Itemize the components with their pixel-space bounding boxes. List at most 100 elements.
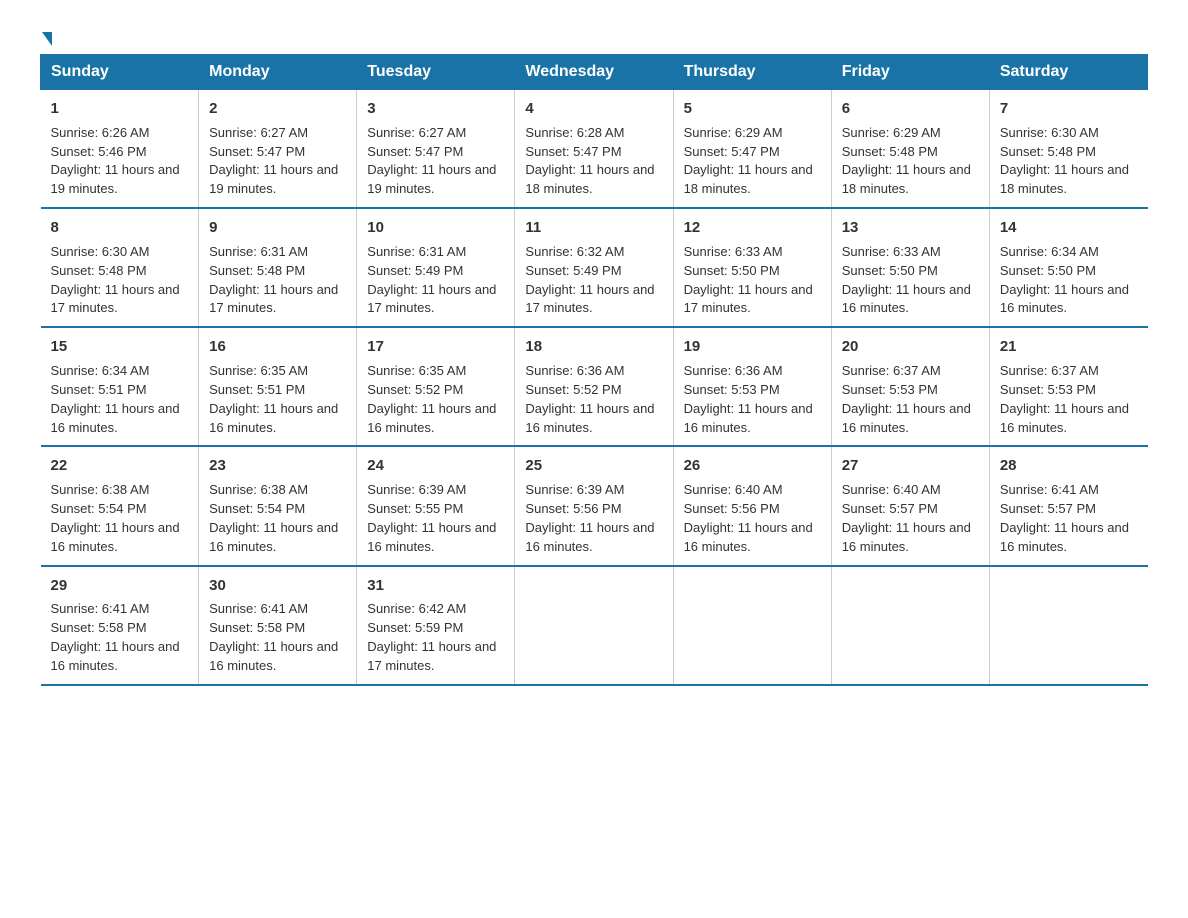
day-number: 18 bbox=[525, 336, 662, 358]
calendar-cell: 10 Sunrise: 6:31 AMSunset: 5:49 PMDayligh… bbox=[357, 208, 515, 327]
header-thursday: Thursday bbox=[673, 55, 831, 90]
day-info: Sunrise: 6:31 AMSunset: 5:48 PMDaylight:… bbox=[209, 244, 338, 316]
day-number: 26 bbox=[684, 455, 821, 477]
day-number: 20 bbox=[842, 336, 979, 358]
day-number: 11 bbox=[525, 217, 662, 239]
day-info: Sunrise: 6:38 AMSunset: 5:54 PMDaylight:… bbox=[51, 482, 180, 554]
calendar-cell: 6 Sunrise: 6:29 AMSunset: 5:48 PMDaylight… bbox=[831, 90, 989, 209]
calendar-cell bbox=[515, 566, 673, 685]
header-monday: Monday bbox=[199, 55, 357, 90]
day-info: Sunrise: 6:40 AMSunset: 5:57 PMDaylight:… bbox=[842, 482, 971, 554]
day-info: Sunrise: 6:36 AMSunset: 5:53 PMDaylight:… bbox=[684, 363, 813, 435]
calendar-cell: 29 Sunrise: 6:41 AMSunset: 5:58 PMDayligh… bbox=[41, 566, 199, 685]
calendar-cell: 24 Sunrise: 6:39 AMSunset: 5:55 PMDayligh… bbox=[357, 446, 515, 565]
header-friday: Friday bbox=[831, 55, 989, 90]
day-info: Sunrise: 6:37 AMSunset: 5:53 PMDaylight:… bbox=[842, 363, 971, 435]
calendar-cell bbox=[831, 566, 989, 685]
day-info: Sunrise: 6:29 AMSunset: 5:48 PMDaylight:… bbox=[842, 125, 971, 197]
header-tuesday: Tuesday bbox=[357, 55, 515, 90]
day-number: 5 bbox=[684, 98, 821, 120]
day-info: Sunrise: 6:41 AMSunset: 5:58 PMDaylight:… bbox=[51, 601, 180, 673]
day-info: Sunrise: 6:30 AMSunset: 5:48 PMDaylight:… bbox=[1000, 125, 1129, 197]
day-info: Sunrise: 6:27 AMSunset: 5:47 PMDaylight:… bbox=[367, 125, 496, 197]
calendar-cell: 14 Sunrise: 6:34 AMSunset: 5:50 PMDayligh… bbox=[989, 208, 1147, 327]
calendar-cell bbox=[989, 566, 1147, 685]
day-number: 7 bbox=[1000, 98, 1138, 120]
day-info: Sunrise: 6:41 AMSunset: 5:58 PMDaylight:… bbox=[209, 601, 338, 673]
day-number: 14 bbox=[1000, 217, 1138, 239]
day-info: Sunrise: 6:38 AMSunset: 5:54 PMDaylight:… bbox=[209, 482, 338, 554]
day-info: Sunrise: 6:39 AMSunset: 5:56 PMDaylight:… bbox=[525, 482, 654, 554]
page-header bbox=[40, 30, 1148, 44]
calendar-cell: 15 Sunrise: 6:34 AMSunset: 5:51 PMDayligh… bbox=[41, 327, 199, 446]
day-number: 23 bbox=[209, 455, 346, 477]
calendar-header-row: SundayMondayTuesdayWednesdayThursdayFrid… bbox=[41, 55, 1148, 90]
calendar-cell: 5 Sunrise: 6:29 AMSunset: 5:47 PMDaylight… bbox=[673, 90, 831, 209]
day-number: 8 bbox=[51, 217, 189, 239]
day-number: 4 bbox=[525, 98, 662, 120]
calendar-week-row: 29 Sunrise: 6:41 AMSunset: 5:58 PMDayligh… bbox=[41, 566, 1148, 685]
logo-arrow-icon bbox=[42, 32, 52, 46]
day-number: 31 bbox=[367, 575, 504, 597]
calendar-week-row: 15 Sunrise: 6:34 AMSunset: 5:51 PMDayligh… bbox=[41, 327, 1148, 446]
calendar-week-row: 1Sunrise: 6:26 AMSunset: 5:46 PMDaylight… bbox=[41, 90, 1148, 209]
day-number: 17 bbox=[367, 336, 504, 358]
day-info: Sunrise: 6:39 AMSunset: 5:55 PMDaylight:… bbox=[367, 482, 496, 554]
day-info: Sunrise: 6:33 AMSunset: 5:50 PMDaylight:… bbox=[684, 244, 813, 316]
calendar-cell: 22 Sunrise: 6:38 AMSunset: 5:54 PMDayligh… bbox=[41, 446, 199, 565]
day-number: 29 bbox=[51, 575, 189, 597]
day-info: Sunrise: 6:37 AMSunset: 5:53 PMDaylight:… bbox=[1000, 363, 1129, 435]
day-info: Sunrise: 6:36 AMSunset: 5:52 PMDaylight:… bbox=[525, 363, 654, 435]
calendar-cell: 7 Sunrise: 6:30 AMSunset: 5:48 PMDaylight… bbox=[989, 90, 1147, 209]
day-number: 9 bbox=[209, 217, 346, 239]
day-info: Sunrise: 6:40 AMSunset: 5:56 PMDaylight:… bbox=[684, 482, 813, 554]
day-info: Sunrise: 6:31 AMSunset: 5:49 PMDaylight:… bbox=[367, 244, 496, 316]
calendar-cell: 11 Sunrise: 6:32 AMSunset: 5:49 PMDayligh… bbox=[515, 208, 673, 327]
calendar-table: SundayMondayTuesdayWednesdayThursdayFrid… bbox=[40, 54, 1148, 686]
calendar-cell: 30Sunrise: 6:41 AMSunset: 5:58 PMDayligh… bbox=[199, 566, 357, 685]
calendar-cell: 1Sunrise: 6:26 AMSunset: 5:46 PMDaylight… bbox=[41, 90, 199, 209]
header-wednesday: Wednesday bbox=[515, 55, 673, 90]
calendar-cell: 2Sunrise: 6:27 AMSunset: 5:47 PMDaylight… bbox=[199, 90, 357, 209]
day-number: 16 bbox=[209, 336, 346, 358]
calendar-cell: 21 Sunrise: 6:37 AMSunset: 5:53 PMDayligh… bbox=[989, 327, 1147, 446]
day-number: 1 bbox=[51, 98, 189, 120]
day-number: 13 bbox=[842, 217, 979, 239]
day-info: Sunrise: 6:34 AMSunset: 5:50 PMDaylight:… bbox=[1000, 244, 1129, 316]
day-number: 27 bbox=[842, 455, 979, 477]
calendar-cell bbox=[673, 566, 831, 685]
day-number: 12 bbox=[684, 217, 821, 239]
logo bbox=[40, 30, 52, 44]
header-sunday: Sunday bbox=[41, 55, 199, 90]
day-info: Sunrise: 6:28 AMSunset: 5:47 PMDaylight:… bbox=[525, 125, 654, 197]
calendar-cell: 8 Sunrise: 6:30 AMSunset: 5:48 PMDaylight… bbox=[41, 208, 199, 327]
day-info: Sunrise: 6:35 AMSunset: 5:51 PMDaylight:… bbox=[209, 363, 338, 435]
calendar-cell: 16 Sunrise: 6:35 AMSunset: 5:51 PMDayligh… bbox=[199, 327, 357, 446]
day-info: Sunrise: 6:32 AMSunset: 5:49 PMDaylight:… bbox=[525, 244, 654, 316]
calendar-cell: 17 Sunrise: 6:35 AMSunset: 5:52 PMDayligh… bbox=[357, 327, 515, 446]
day-number: 22 bbox=[51, 455, 189, 477]
calendar-cell: 25 Sunrise: 6:39 AMSunset: 5:56 PMDayligh… bbox=[515, 446, 673, 565]
calendar-cell: 18 Sunrise: 6:36 AMSunset: 5:52 PMDayligh… bbox=[515, 327, 673, 446]
day-number: 10 bbox=[367, 217, 504, 239]
day-info: Sunrise: 6:29 AMSunset: 5:47 PMDaylight:… bbox=[684, 125, 813, 197]
day-number: 24 bbox=[367, 455, 504, 477]
calendar-cell: 13Sunrise: 6:33 AMSunset: 5:50 PMDayligh… bbox=[831, 208, 989, 327]
calendar-cell: 3Sunrise: 6:27 AMSunset: 5:47 PMDaylight… bbox=[357, 90, 515, 209]
day-number: 21 bbox=[1000, 336, 1138, 358]
calendar-cell: 26 Sunrise: 6:40 AMSunset: 5:56 PMDayligh… bbox=[673, 446, 831, 565]
calendar-cell: 4 Sunrise: 6:28 AMSunset: 5:47 PMDaylight… bbox=[515, 90, 673, 209]
day-number: 25 bbox=[525, 455, 662, 477]
calendar-week-row: 22 Sunrise: 6:38 AMSunset: 5:54 PMDayligh… bbox=[41, 446, 1148, 565]
day-number: 15 bbox=[51, 336, 189, 358]
day-info: Sunrise: 6:34 AMSunset: 5:51 PMDaylight:… bbox=[51, 363, 180, 435]
day-number: 6 bbox=[842, 98, 979, 120]
calendar-cell: 28Sunrise: 6:41 AMSunset: 5:57 PMDayligh… bbox=[989, 446, 1147, 565]
calendar-cell: 27 Sunrise: 6:40 AMSunset: 5:57 PMDayligh… bbox=[831, 446, 989, 565]
day-info: Sunrise: 6:35 AMSunset: 5:52 PMDaylight:… bbox=[367, 363, 496, 435]
header-saturday: Saturday bbox=[989, 55, 1147, 90]
day-info: Sunrise: 6:30 AMSunset: 5:48 PMDaylight:… bbox=[51, 244, 180, 316]
day-info: Sunrise: 6:27 AMSunset: 5:47 PMDaylight:… bbox=[209, 125, 338, 197]
calendar-cell: 12 Sunrise: 6:33 AMSunset: 5:50 PMDayligh… bbox=[673, 208, 831, 327]
day-info: Sunrise: 6:42 AMSunset: 5:59 PMDaylight:… bbox=[367, 601, 496, 673]
